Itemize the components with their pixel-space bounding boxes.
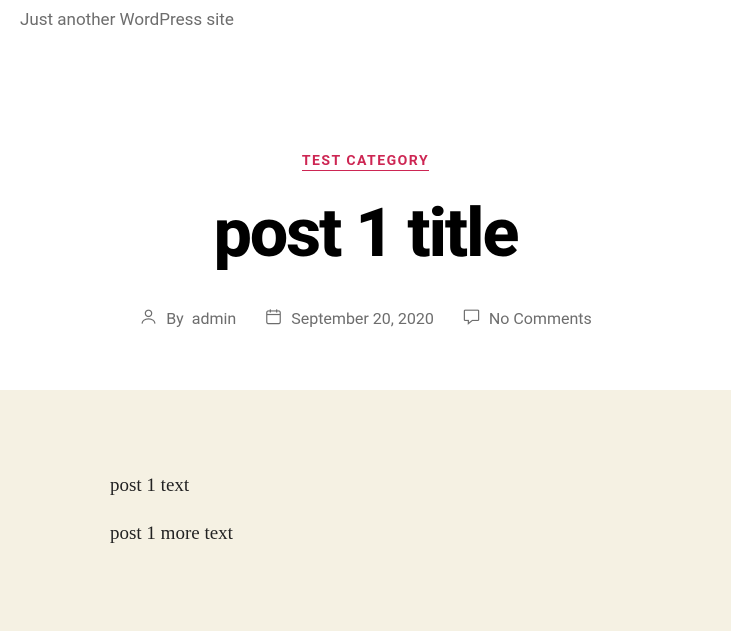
author-icon xyxy=(139,307,158,330)
calendar-icon xyxy=(264,307,283,330)
post-paragraph: post 1 text xyxy=(110,475,621,497)
meta-date: September 20, 2020 xyxy=(264,307,434,330)
post-paragraph: post 1 more text xyxy=(110,523,621,545)
comments-link[interactable]: No Comments xyxy=(489,309,592,328)
post-content: post 1 text post 1 more text xyxy=(0,390,731,631)
post-meta: By admin September 20, 2020 No Comments xyxy=(20,307,711,330)
comment-icon xyxy=(462,307,481,330)
author-link[interactable]: admin xyxy=(192,309,236,328)
post-header: TEST CATEGORY post 1 title By admin Sept… xyxy=(0,40,731,390)
meta-comments: No Comments xyxy=(462,307,592,330)
post-title: post 1 title xyxy=(20,199,711,267)
by-label: By xyxy=(166,309,184,328)
post-date[interactable]: September 20, 2020 xyxy=(291,309,434,328)
category-link[interactable]: TEST CATEGORY xyxy=(302,153,429,171)
meta-author: By admin xyxy=(139,307,236,330)
site-tagline: Just another WordPress site xyxy=(0,0,731,40)
